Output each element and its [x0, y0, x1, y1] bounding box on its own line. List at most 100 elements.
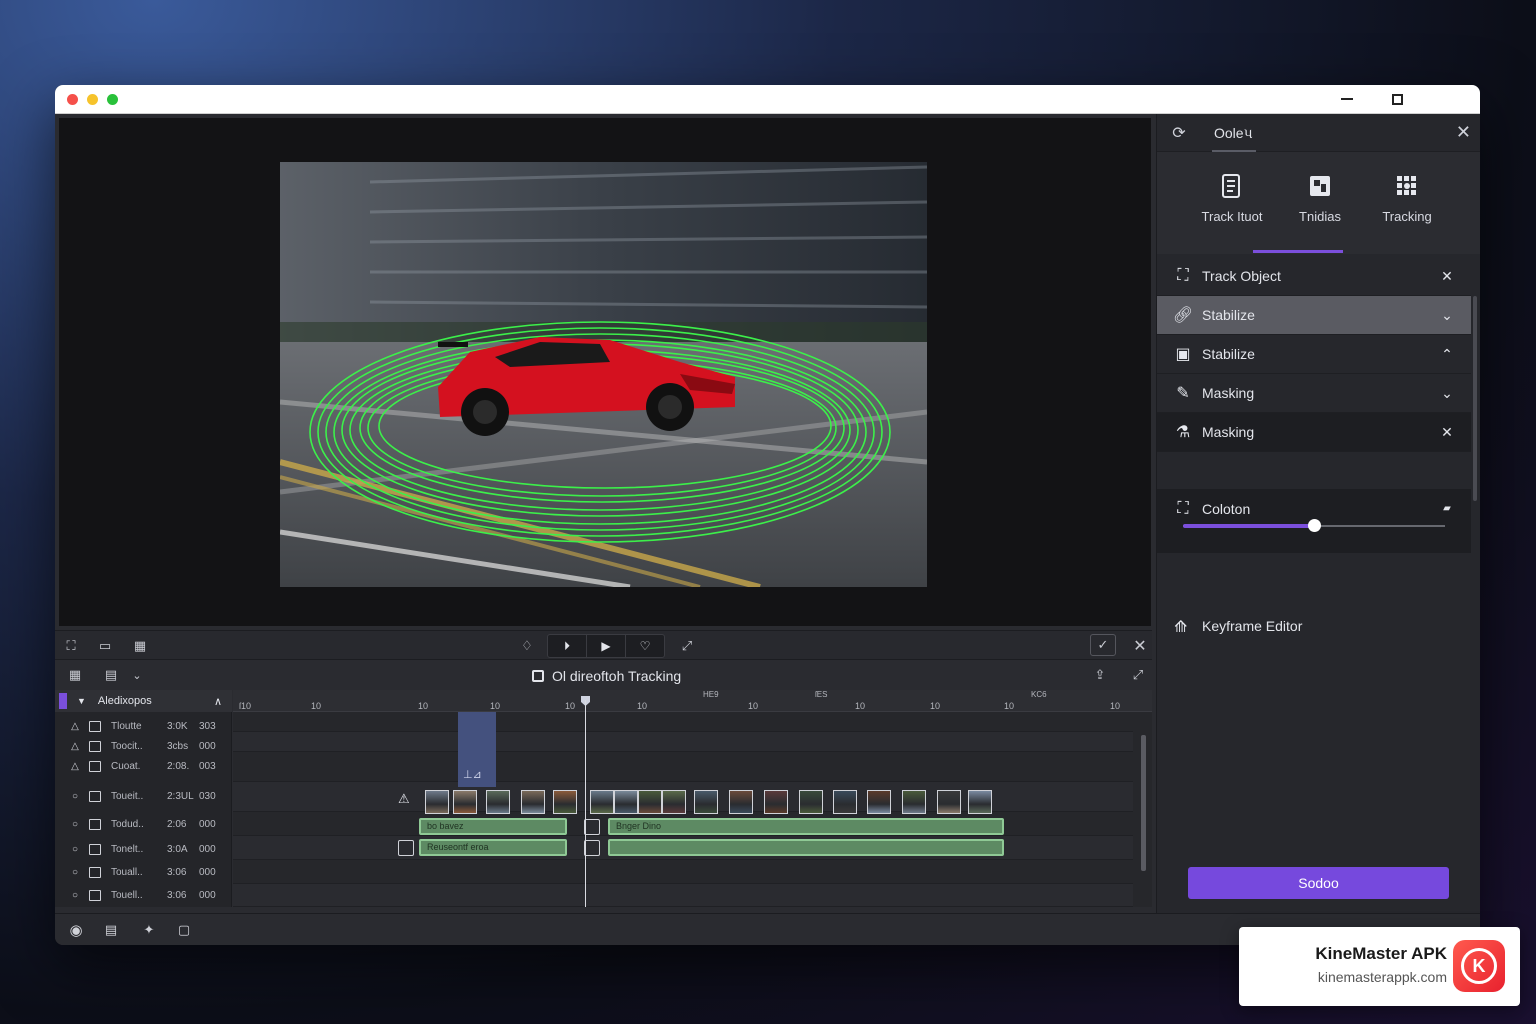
visibility-icon[interactable]: △ — [69, 741, 81, 752]
item-masking-2[interactable]: ⚗ Masking ✕ — [1157, 413, 1471, 452]
apply-button[interactable]: Sodoo — [1188, 867, 1449, 899]
playhead[interactable] — [585, 700, 586, 907]
effects-icon[interactable]: ✦ — [140, 921, 158, 939]
tab-tnidias[interactable]: Tnidias — [1275, 172, 1365, 226]
link-clip-icon[interactable] — [584, 840, 600, 856]
video-thumbnail[interactable] — [937, 790, 961, 814]
timeline-lane[interactable] — [233, 860, 1133, 884]
video-thumbnail[interactable] — [662, 790, 686, 814]
tracking-clip[interactable]: Bnger Dino — [608, 818, 1004, 835]
video-thumbnail[interactable] — [590, 790, 614, 814]
minimize-button[interactable] — [1336, 89, 1358, 109]
visibility-icon[interactable]: ○ — [69, 867, 81, 878]
tab-tracking[interactable]: Tracking — [1362, 172, 1452, 226]
play-button[interactable]: ▶ — [587, 635, 626, 657]
track-row[interactable]: △ Toocit.. 3cbs 000 — [55, 736, 232, 756]
close-window-button[interactable] — [67, 94, 78, 105]
collapse-icon[interactable]: ▼ — [77, 696, 86, 706]
fullscreen-icon[interactable]: ⤢ — [1128, 665, 1148, 685]
video-thumbnail[interactable] — [694, 790, 718, 814]
slider-handle[interactable] — [1308, 519, 1321, 532]
video-thumbnail[interactable] — [799, 790, 823, 814]
video-thumbnail[interactable] — [902, 790, 926, 814]
track-row[interactable]: △ Cuoat. 2:08. 003 — [55, 756, 232, 776]
subtitle-icon[interactable]: ▤ — [102, 921, 120, 939]
item-stabilize[interactable]: ▣ Stabilize ⌃ — [1157, 335, 1471, 374]
video-preview[interactable] — [59, 118, 1151, 626]
media-library-icon[interactable]: ▦ — [65, 665, 85, 685]
close-icon[interactable]: ✕ — [1437, 268, 1457, 285]
video-thumbnail[interactable] — [968, 790, 992, 814]
video-thumbnail[interactable] — [833, 790, 857, 814]
timeline-area[interactable]: ſ10 10 10 10 10 10 10 10 10 10 10 HE9 ſE… — [233, 690, 1152, 907]
export-icon[interactable]: ⇪ — [1090, 665, 1110, 685]
tracking-clip[interactable]: Reuseontf eroa — [419, 839, 567, 856]
track-row[interactable]: △ Tloutte 3:0K 303 — [55, 716, 232, 736]
visibility-icon[interactable]: ○ — [69, 844, 81, 855]
record-icon[interactable]: ◉ — [67, 921, 85, 939]
close-icon[interactable]: ✕ — [1130, 636, 1150, 656]
zoom-window-button[interactable] — [107, 94, 118, 105]
track-row[interactable]: ○ Toueit.. 2:3UL 030 — [55, 786, 232, 806]
close-icon[interactable]: ✕ — [1437, 424, 1457, 441]
video-thumbnail[interactable] — [486, 790, 510, 814]
chevron-up-icon[interactable]: ∧ — [214, 695, 222, 708]
confirm-button[interactable]: ✓ — [1090, 634, 1116, 656]
video-thumbnail[interactable] — [453, 790, 477, 814]
timeline-lane[interactable] — [233, 712, 1133, 732]
tracking-clip[interactable]: bo bavez — [419, 818, 567, 835]
video-thumbnail[interactable] — [425, 790, 449, 814]
video-thumbnail[interactable] — [614, 790, 638, 814]
clip-type-icon[interactable] — [398, 840, 414, 856]
layers-icon[interactable]: ▤ — [101, 665, 121, 685]
close-icon[interactable]: ✕ — [1456, 122, 1471, 143]
maximize-button[interactable] — [1386, 89, 1408, 109]
timeline-lane[interactable] — [233, 732, 1133, 752]
track-row[interactable]: ○ Todud.. 2:06 000 — [55, 814, 232, 834]
timeline-lane[interactable] — [233, 752, 1133, 782]
keyframe-editor[interactable]: ⟰ Keyframe Editor — [1157, 606, 1471, 646]
item-stabilize-active[interactable]: 🔗︎ Stabilize ⌄ — [1157, 296, 1471, 335]
tracking-clip[interactable] — [608, 839, 1004, 856]
expand-icon[interactable]: ⤢ — [677, 636, 697, 656]
crop-icon[interactable]: ⛶ — [61, 636, 81, 656]
refresh-icon[interactable]: ⟳ — [1169, 123, 1189, 143]
track-row[interactable]: ○ Touell.. 3:06 000 — [55, 885, 232, 905]
track-row[interactable]: ○ Tonelt.. 3:0A 000 — [55, 839, 232, 859]
video-thumbnail[interactable] — [867, 790, 891, 814]
video-thumbnail[interactable] — [729, 790, 753, 814]
timeline-lane[interactable] — [233, 884, 1133, 907]
chevron-up-icon[interactable]: ⌃ — [1437, 346, 1457, 363]
chevron-down-icon[interactable]: ⌄ — [1437, 307, 1457, 324]
item-masking[interactable]: ✎ Masking ⌄ — [1157, 374, 1471, 413]
minimize-window-dot[interactable] — [87, 94, 98, 105]
delete-icon[interactable]: ▦ — [130, 636, 150, 656]
chevron-down-icon[interactable]: ⌄ — [127, 665, 147, 685]
folder-icon[interactable]: ▭ — [95, 636, 115, 656]
item-track-object[interactable]: ⛶ Track Object ✕ — [1157, 257, 1471, 296]
flag-icon[interactable]: ▰ — [1437, 503, 1457, 514]
visibility-icon[interactable]: ○ — [69, 819, 81, 830]
marker-icon[interactable]: ♢ — [517, 636, 537, 656]
chevron-down-icon[interactable]: ⌄ — [1437, 385, 1457, 402]
selected-range[interactable]: ⊥⊿ — [458, 712, 496, 787]
visibility-icon[interactable]: △ — [69, 761, 81, 772]
panel-title[interactable]: Ooleપ — [1214, 125, 1253, 142]
video-thumbnail[interactable] — [521, 790, 545, 814]
video-thumbnail[interactable] — [638, 790, 662, 814]
panel-scrollbar[interactable] — [1473, 296, 1477, 501]
preview-frame[interactable] — [280, 162, 927, 587]
tab-track-ituot[interactable]: Track Ituot — [1187, 172, 1277, 226]
visibility-icon[interactable]: △ — [69, 721, 81, 732]
link-clip-icon[interactable] — [584, 819, 600, 835]
track-row[interactable]: ○ Touall.. 3:06 000 — [55, 862, 232, 882]
video-thumbnail[interactable] — [764, 790, 788, 814]
video-thumbnail[interactable] — [553, 790, 577, 814]
visibility-icon[interactable]: ○ — [69, 791, 81, 802]
screen-icon[interactable]: ▢ — [175, 921, 193, 939]
time-ruler[interactable]: ſ10 10 10 10 10 10 10 10 10 10 10 HE9 ſE… — [233, 690, 1152, 712]
visibility-icon[interactable]: ○ — [69, 890, 81, 901]
play-start-button[interactable]: ⏵ — [548, 635, 587, 657]
favorite-button[interactable]: ♡ — [626, 635, 664, 657]
timeline-scrollbar[interactable] — [1141, 735, 1146, 871]
